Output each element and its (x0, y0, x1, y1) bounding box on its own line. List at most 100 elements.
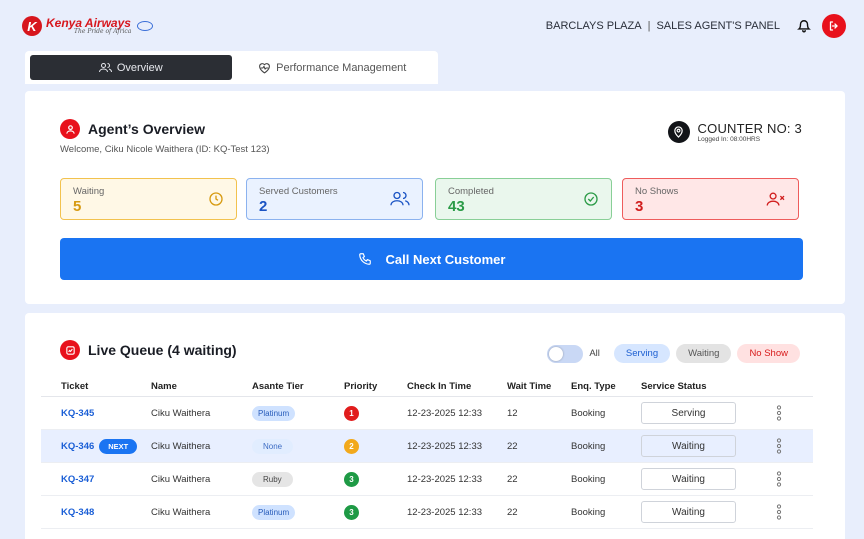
filter-serving[interactable]: Serving (613, 344, 671, 363)
tier-badge: Platinum (252, 504, 296, 520)
location-pin-icon (667, 121, 690, 143)
logout-icon[interactable] (822, 14, 846, 38)
stat-served-value: 2 (259, 198, 268, 215)
main-tabs: Overview Performance Management (25, 51, 438, 84)
col-enq-type: Enq. Type (571, 381, 616, 392)
users-icon (98, 63, 112, 73)
tab-performance-management[interactable]: Performance Management (232, 55, 434, 80)
col-service-status: Service Status (641, 381, 707, 392)
wait-time: 22 (507, 473, 518, 485)
bell-icon[interactable] (792, 14, 816, 38)
header-right: BARCLAYS PLAZA | SALES AGENT'S PANEL (546, 14, 846, 38)
col-priority: Priority (344, 381, 378, 392)
call-next-label: Call Next Customer (385, 251, 506, 267)
service-status-select[interactable]: Waiting (641, 501, 736, 523)
live-queue-title: Live Queue (4 waiting) (88, 342, 237, 358)
priority-badge: 3 (344, 471, 359, 487)
call-next-customer-button[interactable]: Call Next Customer (60, 238, 803, 280)
location-label: BARCLAYS PLAZA (545, 20, 642, 32)
stat-waiting[interactable]: Waiting 5 (60, 178, 237, 220)
tab-overview[interactable]: Overview (30, 55, 232, 80)
enquiry-type: Booking (571, 473, 606, 485)
users-icon (390, 191, 410, 211)
service-status-select[interactable]: Waiting (641, 435, 736, 457)
clock-icon (208, 191, 224, 212)
stat-no-shows[interactable]: No Shows 3 (622, 178, 799, 220)
tab-performance-label: Performance Management (276, 61, 407, 74)
enquiry-type: Booking (571, 506, 606, 518)
service-status-select[interactable]: Serving (641, 402, 736, 424)
stat-no-shows-value: 3 (635, 198, 644, 215)
wait-time: 22 (507, 506, 518, 518)
agent-overview-card: Agent’s Overview Welcome, Ciku Nicole Wa… (25, 91, 845, 304)
all-toggle-label: All (589, 348, 600, 359)
ticket-link[interactable]: KQ-347 (61, 474, 94, 485)
queue-filters: All Serving Waiting No Show (547, 344, 800, 363)
col-ticket: Ticket (61, 381, 89, 392)
tier-badge: Platinum (252, 405, 296, 421)
stat-served-label: Served Customers (259, 186, 338, 197)
welcome-text: Welcome, Ciku Nicole Waithera (ID: KQ-Te… (60, 144, 270, 155)
enquiry-type: Booking (571, 440, 606, 452)
col-asante-tier: Asante Tier (252, 381, 304, 392)
customer-name: Ciku Waithera (151, 407, 211, 419)
tier-badge: None (252, 438, 294, 454)
col-name: Name (151, 381, 177, 392)
table-row[interactable]: KQ-346 NEXT Ciku Waithera None 2 12-23-2… (41, 430, 813, 463)
ticket-link[interactable]: KQ-346 (61, 441, 94, 452)
check-circle-icon (583, 191, 599, 212)
table-row[interactable]: KQ-347 Ciku Waithera Ruby 3 12-23-2025 1… (41, 463, 813, 496)
stat-served-customers[interactable]: Served Customers 2 (246, 178, 423, 220)
kenya-airways-logo[interactable]: K Kenya Airways The Pride of Africa (22, 16, 154, 36)
counter-info: COUNTER NO: 3 Logged In: 08:00HRS (667, 121, 802, 143)
tier-badge: Ruby (252, 471, 293, 487)
check-in-time: 12-23-2025 12:33 (407, 440, 483, 452)
counter-number: COUNTER NO: 3 (697, 121, 802, 136)
table-row[interactable]: KQ-348 Ciku Waithera Platinum 3 12-23-20… (41, 496, 813, 529)
ticket-link[interactable]: KQ-348 (61, 507, 94, 518)
phone-icon (358, 253, 371, 265)
more-options-icon[interactable] (759, 471, 799, 487)
ticket-link[interactable]: KQ-345 (61, 408, 94, 419)
filter-no-show[interactable]: No Show (737, 344, 800, 363)
filter-waiting[interactable]: Waiting (676, 344, 732, 363)
more-options-icon[interactable] (759, 504, 799, 520)
customer-name: Ciku Waithera (151, 473, 211, 485)
live-queue-header: Live Queue (4 waiting) (60, 340, 237, 360)
stat-completed[interactable]: Completed 43 (435, 178, 612, 220)
logged-in-time: Logged In: 08:00HRS (697, 136, 761, 143)
live-queue-card: Live Queue (4 waiting) All Serving Waiti… (25, 313, 845, 539)
tab-overview-label: Overview (116, 61, 163, 74)
col-check-in-time: Check In Time (407, 381, 472, 392)
header-separator: | (647, 20, 651, 32)
logo-wing-icon (137, 21, 154, 31)
priority-badge: 3 (344, 504, 359, 520)
col-wait-time: Wait Time (507, 381, 552, 392)
logo-k-mark: K (22, 16, 42, 36)
table-header: Ticket Name Asante Tier Priority Check I… (41, 377, 813, 397)
table-row[interactable]: KQ-345 Ciku Waithera Platinum 1 12-23-20… (41, 397, 813, 430)
service-status-select[interactable]: Waiting (641, 468, 736, 490)
priority-badge: 2 (344, 438, 359, 454)
check-in-time: 12-23-2025 12:33 (407, 407, 483, 419)
check-in-time: 12-23-2025 12:33 (407, 506, 483, 518)
top-bar: K Kenya Airways The Pride of Africa BARC… (0, 0, 864, 52)
queue-icon (60, 340, 80, 360)
stat-completed-value: 43 (448, 198, 465, 215)
stat-completed-label: Completed (448, 186, 494, 197)
user-x-icon (766, 191, 786, 212)
stat-waiting-value: 5 (73, 198, 82, 215)
stat-waiting-label: Waiting (73, 186, 105, 197)
customer-name: Ciku Waithera (151, 440, 211, 452)
more-options-icon[interactable] (759, 438, 799, 454)
stat-no-shows-label: No Shows (635, 186, 679, 197)
check-in-time: 12-23-2025 12:33 (407, 473, 483, 485)
queue-table: Ticket Name Asante Tier Priority Check I… (41, 377, 813, 529)
all-toggle[interactable] (547, 344, 584, 363)
priority-badge: 1 (344, 405, 359, 421)
enquiry-type: Booking (571, 407, 606, 419)
more-options-icon[interactable] (759, 405, 799, 421)
wait-time: 12 (507, 407, 518, 419)
customer-name: Ciku Waithera (151, 506, 211, 518)
heart-pulse-icon (259, 62, 271, 73)
